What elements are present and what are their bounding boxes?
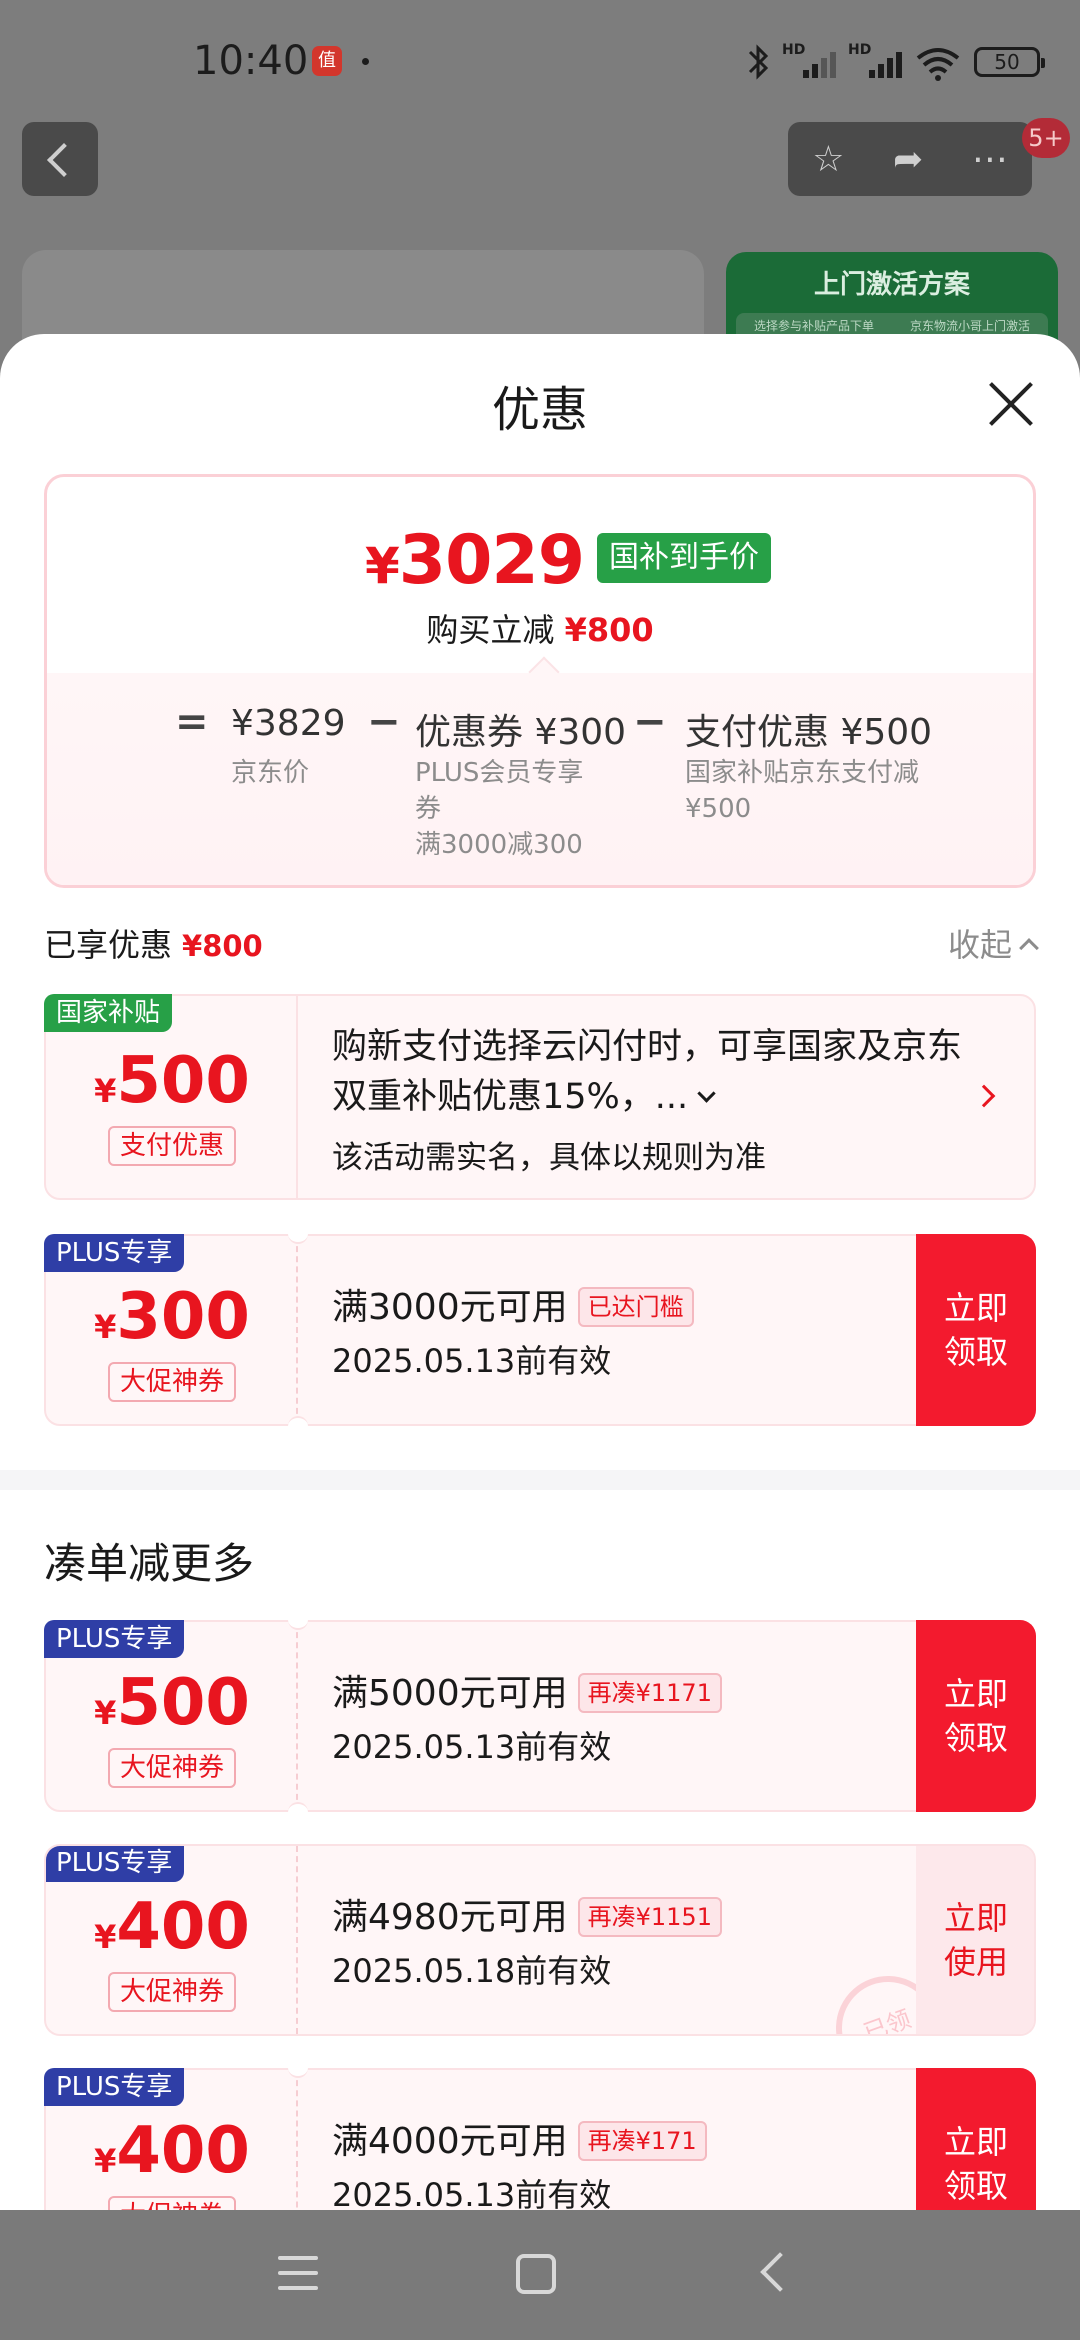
coupon-notch bbox=[288, 1224, 308, 1244]
plus-ribbon: PLUS专享 bbox=[46, 1846, 185, 1882]
coupon-amount: ¥300 bbox=[94, 1280, 250, 1354]
menu-icon[interactable] bbox=[278, 2256, 318, 2290]
equals-sign: = bbox=[175, 699, 209, 745]
back-button[interactable] bbox=[22, 122, 98, 196]
chevron-up-icon bbox=[1019, 938, 1039, 958]
bluetooth-icon bbox=[748, 44, 769, 80]
national-subsidy-ribbon: 国家补贴 bbox=[44, 994, 173, 1032]
activation-banner-title: 上门激活方案 bbox=[813, 270, 970, 300]
system-nav-bar bbox=[0, 2210, 1080, 2340]
coupon-card: PLUS专享 ¥400 大促神券 满4000元可用再凑¥171 2025.05.… bbox=[44, 2058, 1036, 2210]
coupon-value: 优惠券 ¥300 bbox=[415, 712, 627, 753]
minus-sign: − bbox=[633, 699, 667, 745]
coupon-expiry: 2025.05.13前有效 bbox=[332, 1342, 612, 1380]
message-badge: 5+ bbox=[1022, 118, 1070, 158]
close-icon[interactable] bbox=[986, 380, 1036, 430]
coupon-condition: 满4000元可用 再凑¥171 bbox=[332, 2112, 707, 2164]
plus-ribbon: PLUS专享 bbox=[44, 1234, 185, 1272]
subsidy-card[interactable]: ¥500 支付优惠 国家补贴 购新支付选择云闪付时，可享国家及京东双重补贴优惠1… bbox=[44, 994, 1036, 1200]
home-icon[interactable] bbox=[516, 2254, 556, 2294]
threshold-pill: 已达门槛 bbox=[577, 1287, 694, 1327]
enjoyed-label: 已享优惠 ¥800 bbox=[44, 926, 263, 964]
chevron-right-icon[interactable] bbox=[972, 1084, 996, 1108]
coupon-expiry: 2025.05.13前有效 bbox=[332, 2176, 612, 2210]
payment-discount-label: 国家补贴京东支付减¥500 bbox=[685, 758, 920, 824]
back-icon[interactable] bbox=[760, 2252, 800, 2292]
share-icon[interactable]: ➦ bbox=[893, 139, 923, 180]
subsidy-type-tag: 支付优惠 bbox=[108, 1126, 237, 1166]
plus-ribbon: PLUS专享 bbox=[44, 2068, 185, 2106]
coupon-condition: 满3000减300 bbox=[415, 830, 583, 860]
activation-step: 京东物流小哥上门激活 bbox=[909, 319, 1030, 333]
collapse-toggle[interactable]: 收起 bbox=[948, 920, 1039, 966]
notification-app-icon: 值 bbox=[312, 46, 342, 76]
status-time: 10:40 bbox=[193, 38, 309, 84]
coupon-condition: 满4980元可用 再凑¥1151 bbox=[332, 1888, 722, 1940]
more-section-title: 凑单减更多 bbox=[44, 1539, 255, 1588]
activation-step: 选择参与补贴产品下单 bbox=[753, 319, 874, 333]
status-icons: HD HD 50 bbox=[746, 40, 1045, 84]
jd-price-label: 京东价 bbox=[231, 758, 310, 788]
coupon-condition: 满3000元可用 已达门槛 bbox=[332, 1278, 694, 1330]
coupon-label: PLUS会员专享券 bbox=[415, 758, 584, 824]
coupon-type-tag: 大促神券 bbox=[108, 2196, 237, 2210]
coupon-expiry: 2025.05.18前有效 bbox=[332, 1952, 612, 1990]
coupon-amount: ¥400 bbox=[94, 1890, 250, 1964]
price-breakdown: ¥3029 国补到手价 购买立减 ¥800 = ¥3829 京东价 − 优惠券 … bbox=[44, 474, 1036, 888]
status-bar: 10:40 值 HD HD 50 bbox=[0, 0, 1080, 120]
coupon-card: PLUS专享 ¥400 大促神券 满4980元可用 再凑¥1151 2025.05… bbox=[44, 1844, 1036, 2036]
coupon-notch bbox=[288, 2058, 308, 2078]
signal-icon-2: HD bbox=[848, 42, 902, 82]
gap-pill: 再凑¥1171 bbox=[577, 1673, 722, 1713]
use-button[interactable]: 立即使用 bbox=[916, 1846, 1034, 2034]
coupon-type-tag: 大促神券 bbox=[108, 1748, 237, 1788]
subsidy-description[interactable]: 购新支付选择云闪付时，可享国家及京东双重补贴优惠15%，... bbox=[332, 1022, 972, 1122]
coupon-amount: ¥500 bbox=[94, 1666, 250, 1740]
subsidy-amount: ¥500 bbox=[94, 1044, 250, 1118]
coupon-type-tag: 大促神券 bbox=[108, 1972, 237, 2012]
claim-button[interactable]: 立即领取 bbox=[916, 1234, 1036, 1426]
claim-button[interactable]: 立即领取 bbox=[916, 1620, 1036, 1812]
jd-price-value: ¥3829 bbox=[231, 703, 346, 744]
coupon-condition: 满5000元可用 再凑¥1171 bbox=[332, 1664, 722, 1716]
payment-discount-value: 支付优惠 ¥500 bbox=[685, 712, 933, 753]
coupon-notch bbox=[288, 1802, 308, 1822]
section-divider bbox=[0, 1470, 1080, 1490]
wifi-icon bbox=[916, 48, 960, 81]
star-icon[interactable]: ☆ bbox=[812, 139, 844, 180]
enjoyed-discount-row: 已享优惠 ¥800 收起 bbox=[44, 912, 1039, 972]
coupon-notch bbox=[288, 1610, 308, 1630]
coupon-type-tag: 大促神券 bbox=[108, 1362, 237, 1402]
coupon-notch bbox=[288, 1416, 308, 1436]
claim-button[interactable]: 立即领取 bbox=[916, 2068, 1036, 2210]
minus-sign: − bbox=[367, 699, 401, 745]
subsidy-note: 该活动需实名，具体以规则为准 bbox=[332, 1140, 766, 1176]
header-tools: ☆ ➦ ⋯ bbox=[788, 122, 1032, 196]
discount-sheet: 优惠 ¥3029 国补到手价 购买立减 ¥800 = ¥3829 京东价 − 优… bbox=[0, 334, 1080, 2210]
more-icon[interactable]: ⋯ bbox=[972, 139, 1008, 180]
subsidy-price-tag: 国补到手价 bbox=[597, 533, 771, 583]
sheet-title: 优惠 bbox=[491, 382, 588, 438]
notification-dot bbox=[362, 58, 369, 65]
signal-icon-1: HD bbox=[782, 42, 836, 82]
plus-ribbon: PLUS专享 bbox=[44, 1620, 185, 1658]
chevron-down-icon[interactable] bbox=[697, 1084, 716, 1103]
gap-pill: 再凑¥1151 bbox=[577, 1897, 722, 1937]
battery-icon: 50 bbox=[974, 47, 1045, 77]
coupon-amount: ¥400 bbox=[94, 2114, 250, 2188]
coupon-expiry: 2025.05.13前有效 bbox=[332, 1728, 612, 1766]
coupon-card: PLUS专享 ¥300 大促神券 满3000元可用 已达门槛 2025.05.13… bbox=[44, 1224, 1036, 1436]
reduce-line: 购买立减 ¥800 bbox=[426, 611, 654, 649]
coupon-card: PLUS专享 ¥500 大促神券 满5000元可用 再凑¥1171 2025.05… bbox=[44, 1610, 1036, 1822]
final-price: ¥3029 bbox=[365, 521, 585, 600]
gap-pill: 再凑¥171 bbox=[577, 2121, 707, 2161]
